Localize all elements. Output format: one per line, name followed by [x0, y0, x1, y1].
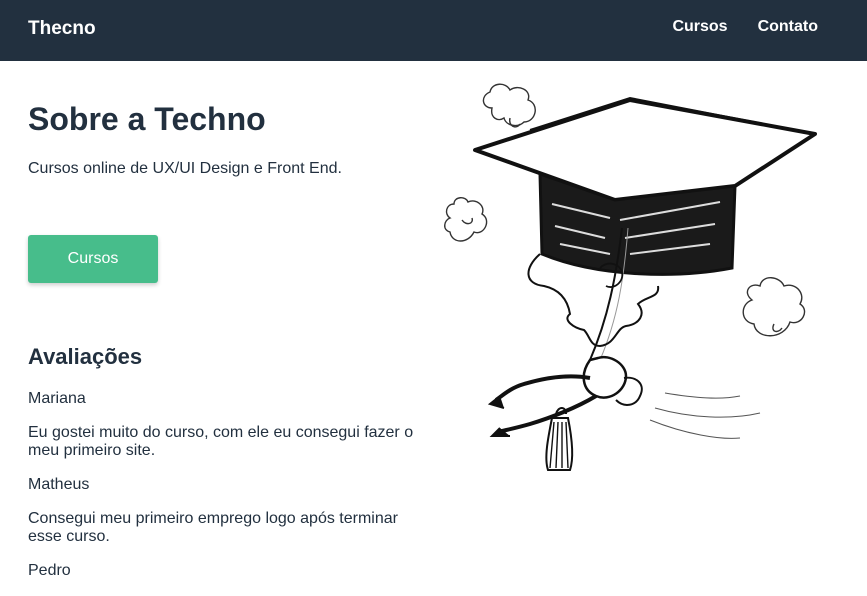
review-author: Mariana [28, 390, 86, 407]
graduation-cap-illustration [444, 83, 817, 471]
site-header: Thecno Cursos Contato [0, 0, 867, 61]
cursos-button[interactable]: Cursos [28, 235, 158, 283]
review-text: Eu gostei muito do curso, com ele eu con… [28, 424, 414, 459]
main-nav: Cursos Contato [672, 18, 818, 36]
nav-link-cursos[interactable]: Cursos [672, 18, 727, 36]
review-author: Pedro [28, 562, 71, 579]
page-title: Sobre a Techno [28, 101, 266, 137]
cloud-icon [482, 83, 536, 128]
cloud-icon [444, 197, 488, 242]
page-subtitle: Cursos online de UX/UI Design e Front En… [28, 160, 342, 177]
reviews-heading: Avaliações [28, 344, 143, 369]
review-text: Consegui meu primeiro emprego logo após … [28, 510, 398, 545]
cloud-icon [742, 277, 806, 337]
nav-link-contato[interactable]: Contato [758, 18, 818, 36]
review-author: Matheus [28, 476, 90, 493]
reviews-list: Mariana Eu gostei muito do curso, com el… [28, 390, 418, 596]
brand-logo-link[interactable]: Thecno [28, 18, 96, 40]
